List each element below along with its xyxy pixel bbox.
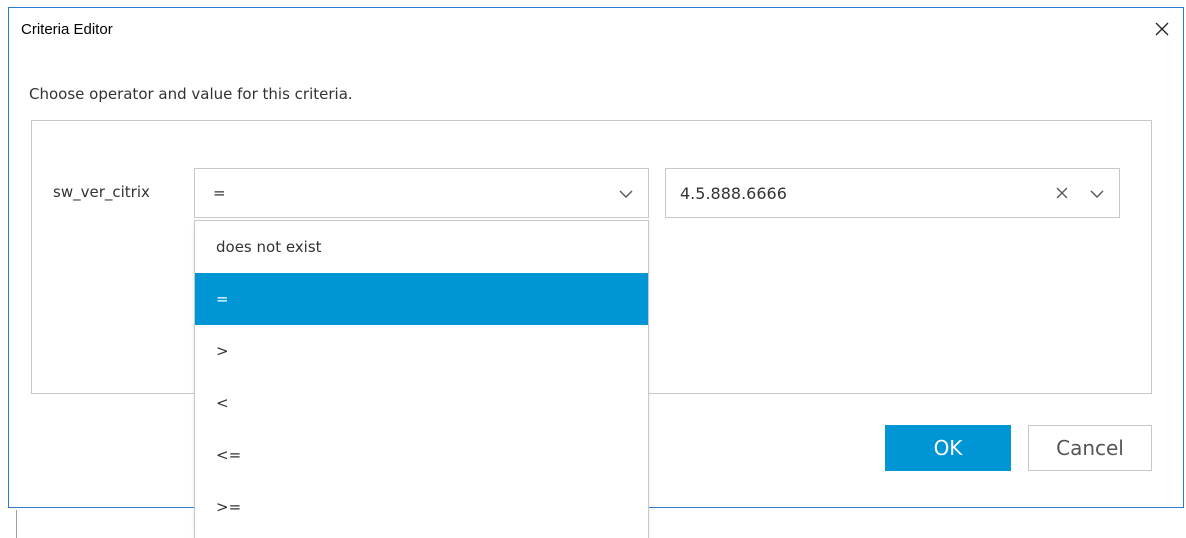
value-input[interactable] — [680, 180, 1030, 206]
operator-option-equals[interactable]: = — [195, 273, 648, 325]
value-combobox — [665, 168, 1120, 218]
criteria-field-label: sw_ver_citrix — [53, 183, 150, 201]
operator-dropdown-list: does not exist = > < <= >= — [194, 220, 649, 538]
operator-selected-value: = — [213, 184, 226, 202]
operator-option-greater-or-equal[interactable]: >= — [195, 481, 648, 533]
operator-option-less-or-equal[interactable]: <= — [195, 429, 648, 481]
dialog-title: Criteria Editor — [21, 21, 113, 38]
chevron-down-icon[interactable] — [1089, 186, 1105, 202]
background-window-edge — [16, 510, 17, 538]
cancel-button[interactable]: Cancel — [1028, 425, 1152, 471]
close-icon — [1154, 21, 1170, 37]
operator-option-greater-than[interactable]: > — [195, 325, 648, 377]
operator-option-does-not-exist[interactable]: does not exist — [195, 221, 648, 273]
instruction-text: Choose operator and value for this crite… — [29, 85, 353, 103]
ok-button[interactable]: OK — [885, 425, 1011, 471]
operator-option-less-than[interactable]: < — [195, 377, 648, 429]
chevron-down-icon — [618, 186, 634, 202]
clear-icon[interactable] — [1055, 186, 1069, 200]
operator-select[interactable]: = — [194, 168, 649, 218]
close-button[interactable] — [1147, 14, 1177, 44]
